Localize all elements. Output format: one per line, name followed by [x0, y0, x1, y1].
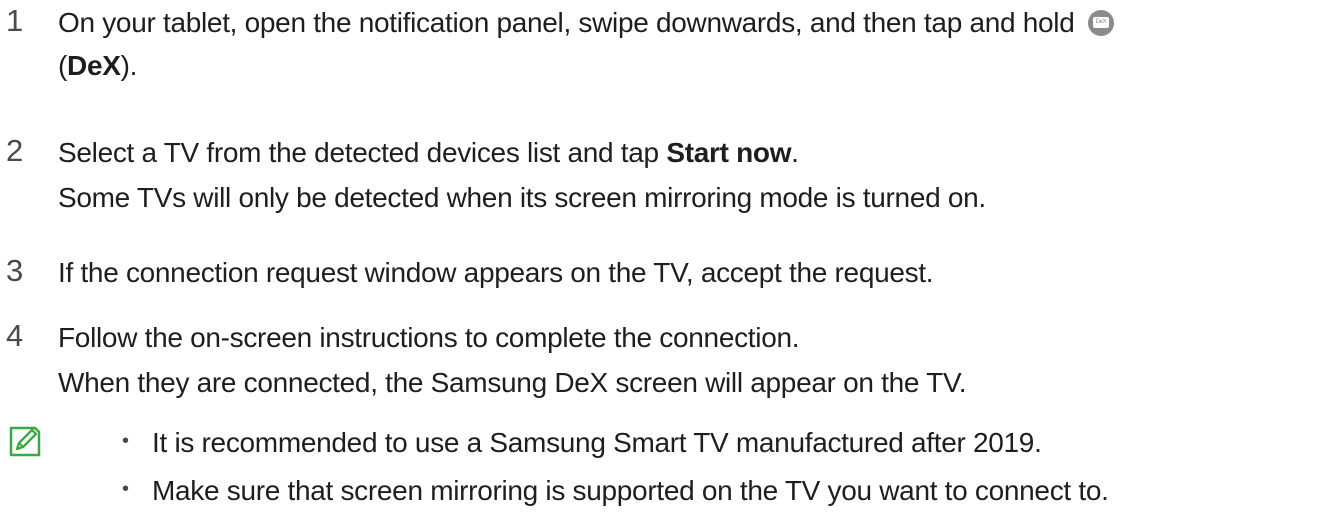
step-subtext: When they are connected, the Samsung DeX…	[58, 367, 967, 398]
step-text: Follow the on-screen instructions to com…	[58, 322, 800, 353]
step-text-line: Select a TV from the detected devices li…	[58, 133, 799, 173]
dex-icon: DeX	[1087, 10, 1114, 36]
bullet-dot: •	[122, 430, 130, 452]
step-text: Select a TV from the detected devices li…	[58, 137, 667, 168]
period: .	[791, 137, 799, 168]
step-text-line: On your tablet, open the notification pa…	[58, 3, 1114, 43]
paren-close: ).	[120, 50, 138, 81]
step-number: 1	[6, 3, 24, 38]
start-now-label: Start now	[666, 137, 792, 168]
step-number: 4	[6, 318, 24, 353]
paren-open: (	[58, 50, 68, 81]
step-text-line: (DeX).	[58, 46, 137, 86]
note-text: Make sure that screen mirroring is suppo…	[152, 475, 1109, 506]
step-text: If the connection request window appears…	[58, 257, 934, 288]
bullet-dot: •	[122, 478, 130, 500]
note-text: It is recommended to use a Samsung Smart…	[152, 427, 1042, 458]
step-number: 3	[6, 253, 24, 288]
dex-icon-caption: DeX	[1092, 17, 1109, 28]
dex-label: DeX	[67, 50, 121, 81]
step-subtext: Some TVs will only be detected when its …	[58, 182, 986, 213]
step-number: 2	[6, 133, 24, 168]
instruction-page: 1 On your tablet, open the notification …	[0, 0, 1337, 520]
note-pencil-icon	[9, 426, 41, 457]
step-text: On your tablet, open the notification pa…	[58, 7, 1075, 38]
